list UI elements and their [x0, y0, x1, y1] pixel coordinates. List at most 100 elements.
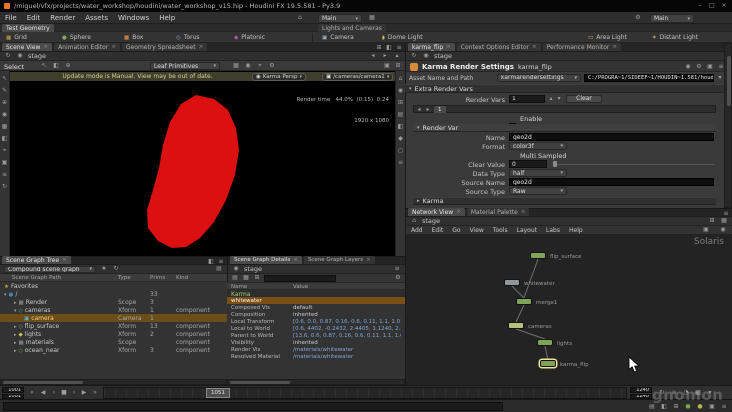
tab-scene-view[interactable]: Scene View ×	[2, 43, 53, 51]
chevron-down-icon[interactable]: ▾	[716, 74, 724, 82]
pin-params-icon[interactable]: ◉	[684, 63, 692, 71]
lasso-icon[interactable]: ◧	[52, 62, 60, 70]
list-view-icon[interactable]: ▤	[231, 274, 239, 282]
shelf-tool-area-light[interactable]: ▭ Area Light	[588, 34, 627, 41]
format-dropdown[interactable]: color3f ▾	[509, 142, 567, 150]
spinner-up-icon[interactable]: ▴	[547, 95, 555, 103]
table-row-selected[interactable]: whitewater	[227, 297, 405, 304]
column-header-name[interactable]: Name	[231, 284, 247, 290]
tab-performance-monitor[interactable]: Performance Monitor ×	[542, 43, 621, 51]
table-row[interactable]: ▾ ◇ cameras Xform 1 component	[0, 306, 227, 314]
minimize-button[interactable]: –	[696, 2, 704, 10]
table-row[interactable]: Local Transform [0.6, 0.0, 0.87, 0.16, 0.…	[227, 318, 405, 325]
network-menu-go[interactable]: Go	[452, 227, 460, 234]
tab-scroll-right-icon[interactable]: ▸	[424, 106, 432, 114]
close-icon[interactable]: ×	[446, 44, 451, 50]
network-menu-layout[interactable]: Layout	[517, 227, 537, 234]
shelf-tool-dome-light[interactable]: ◗ Dome Light	[382, 34, 423, 41]
expand-all-icon[interactable]: ⊞	[253, 274, 261, 282]
lights-icon[interactable]: ○	[397, 147, 405, 155]
network-menu-help[interactable]: Help	[569, 227, 583, 234]
view-tool-icon[interactable]: ↖	[1, 75, 9, 83]
select-arrow-icon[interactable]: ↖	[40, 62, 48, 70]
column-header-kind[interactable]: Kind	[176, 275, 188, 281]
scrollbar-thumb[interactable]	[726, 56, 731, 106]
table-row[interactable]: ▸ ◆ lights Xform 2 component	[0, 330, 227, 338]
pane-menu-icon[interactable]: ≡	[393, 265, 401, 273]
scrollbar-thumb[interactable]	[230, 381, 290, 384]
shelf-tool-torus[interactable]: ◎ Torus	[176, 34, 200, 41]
expander-icon[interactable]: ▾	[4, 292, 7, 298]
gear-icon[interactable]: ⚙	[634, 14, 642, 22]
back-icon[interactable]: ◂	[369, 52, 377, 60]
pane-menu-icon[interactable]: ≡	[395, 44, 403, 52]
shelf-tool-platonic[interactable]: ◆ Platonic	[234, 34, 265, 41]
renderer-dropdown[interactable]: ◉ Karma Persp ▾	[252, 72, 306, 81]
menu-edit[interactable]: Edit	[27, 14, 41, 22]
render-vars-count-field[interactable]: 1	[509, 94, 545, 103]
camera-dropdown[interactable]: ▣ /cameras/camera1 ▾	[322, 72, 394, 81]
tab-geometry-spreadsheet[interactable]: Geometry Spreadsheet ×	[121, 43, 208, 51]
play-button[interactable]: ▶	[80, 389, 88, 397]
table-row[interactable]: Visibility inherited	[227, 339, 405, 346]
jump-to-start-button[interactable]: «	[28, 389, 36, 397]
snapshot-icon[interactable]: ▣	[702, 226, 710, 234]
close-icon[interactable]: ×	[521, 209, 526, 215]
star-icon[interactable]: ★	[100, 265, 108, 273]
name-field[interactable]: geo2d	[509, 133, 714, 141]
desktop-selector-left[interactable]: Main ▾	[318, 14, 362, 23]
refresh-icon[interactable]: ↻	[4, 52, 12, 60]
step-back-button[interactable]: ‹	[50, 389, 58, 397]
node-flip-surface[interactable]: flip_surface	[530, 252, 582, 260]
tab-network-view[interactable]: Network View ×	[408, 208, 465, 216]
pane-path[interactable]: stage	[434, 52, 452, 60]
forward-icon[interactable]: ▸	[381, 52, 389, 60]
shelf-tool-camera[interactable]: ▣ Camera	[322, 34, 354, 41]
network-menu-view[interactable]: View	[470, 227, 484, 234]
jump-to-end-button[interactable]: »	[91, 389, 99, 397]
selection-mode-dropdown[interactable]: Leaf Primitives ▾	[150, 62, 220, 70]
close-icon[interactable]: ×	[111, 44, 116, 50]
sgd-group-row[interactable]: Karma	[227, 290, 405, 298]
snap-point-icon[interactable]: ◉	[244, 62, 252, 70]
presets-icon[interactable]: ▣	[706, 63, 714, 71]
multiparm-tab-1[interactable]: 1	[434, 106, 446, 113]
gear-icon[interactable]: ⚙	[695, 63, 703, 71]
network-path[interactable]: stage	[422, 217, 440, 225]
close-icon[interactable]: ×	[43, 44, 48, 50]
home-view-icon[interactable]: ⌂	[397, 75, 405, 83]
close-icon[interactable]: ×	[293, 257, 298, 263]
up-icon[interactable]: ▴	[393, 52, 401, 60]
shelf-tab-lights-cameras[interactable]: Lights and Cameras	[318, 24, 386, 32]
home-icon[interactable]: ⌂	[296, 14, 304, 22]
global-range-end-field[interactable]: 1240	[630, 387, 652, 393]
column-header-type[interactable]: Type	[118, 275, 131, 281]
table-row[interactable]: ▸ ◇ ocean_near Xform 3 component	[0, 346, 227, 354]
overview-icon[interactable]: ◉	[719, 226, 727, 234]
add-tool-icon[interactable]: ⊕	[1, 99, 9, 107]
table-row[interactable]: ▸ ▦ Render Scope 3	[0, 298, 227, 306]
brush-icon[interactable]: ⊕	[64, 62, 72, 70]
home-icon[interactable]: ⌂	[410, 217, 418, 225]
source-type-dropdown[interactable]: Raw ▾	[509, 187, 567, 195]
timeline-ruler[interactable]: 1051	[103, 387, 627, 399]
tab-material-palette[interactable]: Material Palette ×	[466, 208, 530, 216]
shelf-tool-grid[interactable]: ▦ Grid	[6, 34, 27, 41]
table-row[interactable]: Composed Vis default	[227, 304, 405, 311]
pane-path[interactable]: stage	[244, 265, 262, 273]
table-row[interactable]: Render Vis/materials/whitewater	[227, 346, 405, 353]
shade-mode-icon[interactable]: ◧	[1, 135, 9, 143]
refresh-icon[interactable]: ↻	[410, 52, 418, 60]
attribute-filter-input[interactable]	[264, 274, 336, 282]
node-name-field[interactable]: karma_flip	[518, 63, 552, 71]
camera-lock-icon[interactable]: ▣	[383, 62, 391, 70]
close-icon[interactable]: ×	[612, 44, 617, 50]
menu-render[interactable]: Render	[50, 14, 75, 22]
snap-center-icon[interactable]: ⌖	[256, 62, 264, 70]
shelf-tool-distant-light[interactable]: ✶ Distant Light	[652, 34, 698, 41]
pane-maximize-icon[interactable]: ◧	[385, 44, 393, 52]
shelf-tool-box[interactable]: ■ Box	[124, 34, 143, 41]
network-graph[interactable]: Solaris flip_surface whitewater merge1 c…	[405, 235, 732, 385]
table-row[interactable]: Resolved Material/materials/whitewater	[227, 353, 405, 360]
table-row[interactable]: ★ Favorites	[0, 282, 227, 290]
